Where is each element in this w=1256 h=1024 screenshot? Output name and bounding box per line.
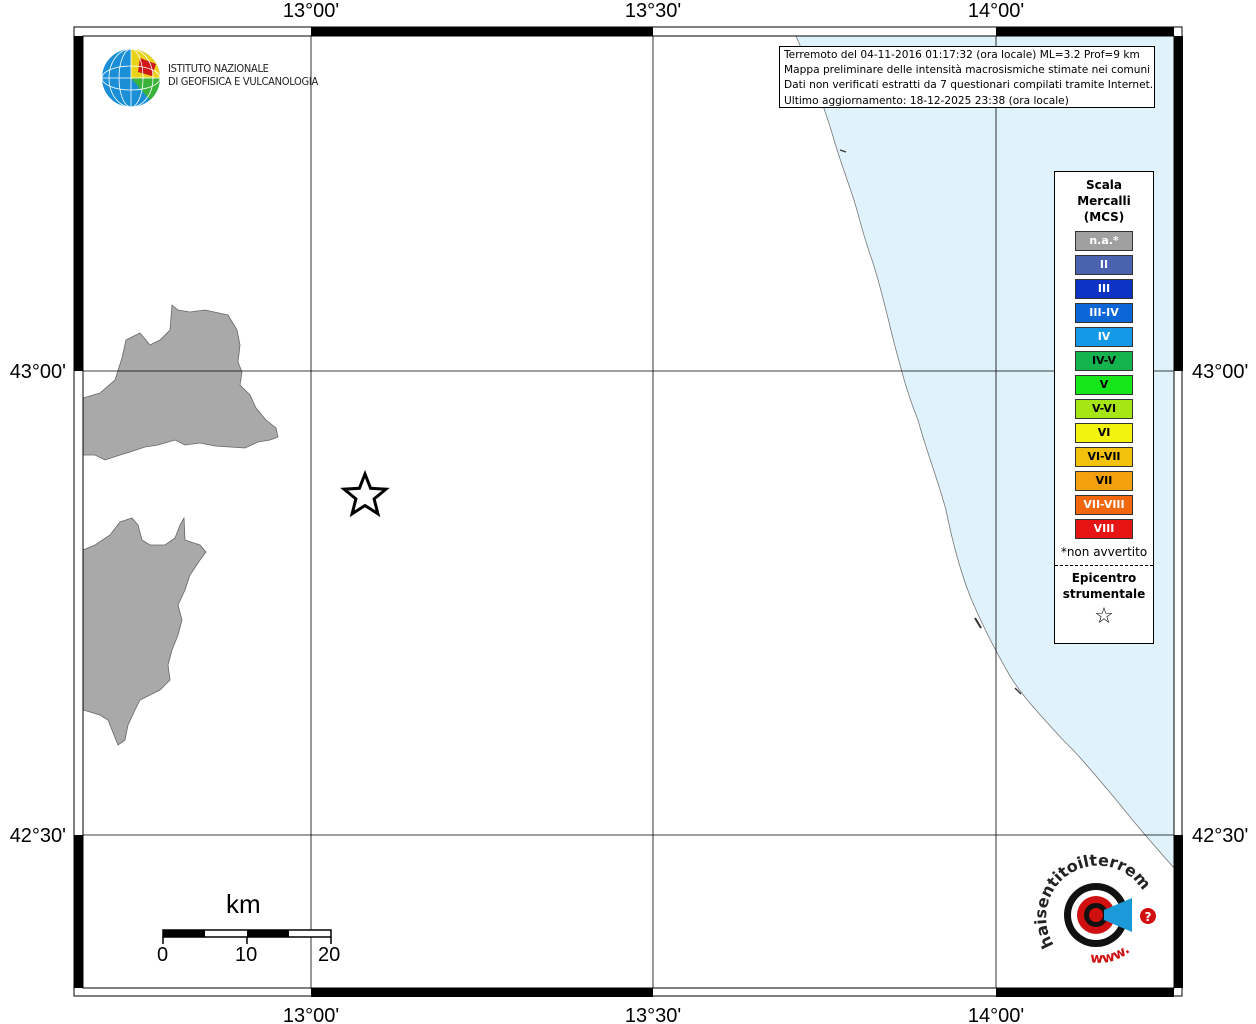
legend-swatch: V-VI <box>1075 399 1133 419</box>
legend-swatch: IV-V <box>1075 351 1133 371</box>
legend-divider <box>1055 565 1153 566</box>
legend-swatch: VIII <box>1075 519 1133 539</box>
info-line-4: Ultimo aggiornamento: 18-12-2025 23:38 (… <box>784 94 1069 107</box>
legend-title: Scala Mercalli (MCS) <box>1055 177 1153 225</box>
lon-tick-top-1300: 13°00' <box>283 0 339 22</box>
scale-label-10: 10 <box>235 944 258 966</box>
info-line-1: Terremoto del 04-11-2016 01:17:32 (ora l… <box>784 49 1140 61</box>
legend-swatch: V <box>1075 375 1133 395</box>
legend-swatch: VI <box>1075 423 1133 443</box>
lon-tick-top-1330: 13°30' <box>625 0 681 22</box>
lon-tick-bottom-1330: 13°30' <box>625 1005 681 1024</box>
legend-star-icon: ☆ <box>1094 604 1114 629</box>
legend-swatch: n.a.* <box>1075 231 1133 251</box>
legend-swatch: VII-VIII <box>1075 495 1133 515</box>
scale-label-20: 20 <box>318 944 341 966</box>
gray-territory-south <box>82 516 207 746</box>
scale-label-0: 0 <box>157 944 169 966</box>
legend-epicenter-label: Epicentro strumentale <box>1055 570 1153 602</box>
event-info-box: Terremoto del 04-11-2016 01:17:32 (ora l… <box>779 46 1155 108</box>
epicenter-star-icon <box>340 469 390 518</box>
legend-epicenter-line-1: Epicentro <box>1071 571 1137 585</box>
legend-swatch: II <box>1075 255 1133 275</box>
svg-text:?: ? <box>1145 910 1152 924</box>
lat-tick-right-4300: 43°00' <box>1192 361 1248 383</box>
lon-tick-top-1400: 14°00' <box>968 0 1024 22</box>
mcs-legend: Scala Mercalli (MCS) n.a.* II III III-IV IV I… <box>1054 171 1154 644</box>
lon-tick-bottom-1300: 13°00' <box>283 1005 339 1024</box>
legend-swatch: VI-VII <box>1075 447 1133 467</box>
legend-title-line-3: (MCS) <box>1083 210 1125 224</box>
logo-line-1: ISTITUTO NAZIONALE <box>168 62 269 75</box>
legend-title-line-2: Mercalli <box>1077 194 1131 208</box>
gray-territory-north <box>82 304 279 461</box>
scale-unit: km <box>226 889 261 919</box>
legend-swatch: IV <box>1075 327 1133 347</box>
ingv-logo: ISTITUTO NAZIONALE DI GEOFISICA E VULCAN… <box>100 46 320 110</box>
info-line-2: Mappa preliminare delle intensità macros… <box>784 64 1151 77</box>
logo-line-2: DI GEOFISICA E VULCANOLOGIA <box>168 75 318 88</box>
info-line-3: Dati non verificati estratti da 7 questi… <box>784 79 1154 92</box>
legend-swatch: VII <box>1075 471 1133 491</box>
scale-bar <box>162 929 332 944</box>
legend-title-line-1: Scala <box>1085 178 1123 192</box>
legend-swatch: III-IV <box>1075 303 1133 323</box>
lon-tick-bottom-1400: 14°00' <box>968 1005 1024 1024</box>
lat-tick-right-4230: 42°30' <box>1192 825 1248 847</box>
lat-tick-left-4300: 43°00' <box>10 361 66 383</box>
legend-swatch: III <box>1075 279 1133 299</box>
legend-items: n.a.* II III III-IV IV IV-V V V-VI VI VI-VII VII VI… <box>1055 231 1153 539</box>
lat-tick-left-4230: 42°30' <box>10 825 66 847</box>
legend-note: *non avvertito <box>1060 545 1148 559</box>
legend-epicenter-line-2: strumentale <box>1062 587 1146 601</box>
